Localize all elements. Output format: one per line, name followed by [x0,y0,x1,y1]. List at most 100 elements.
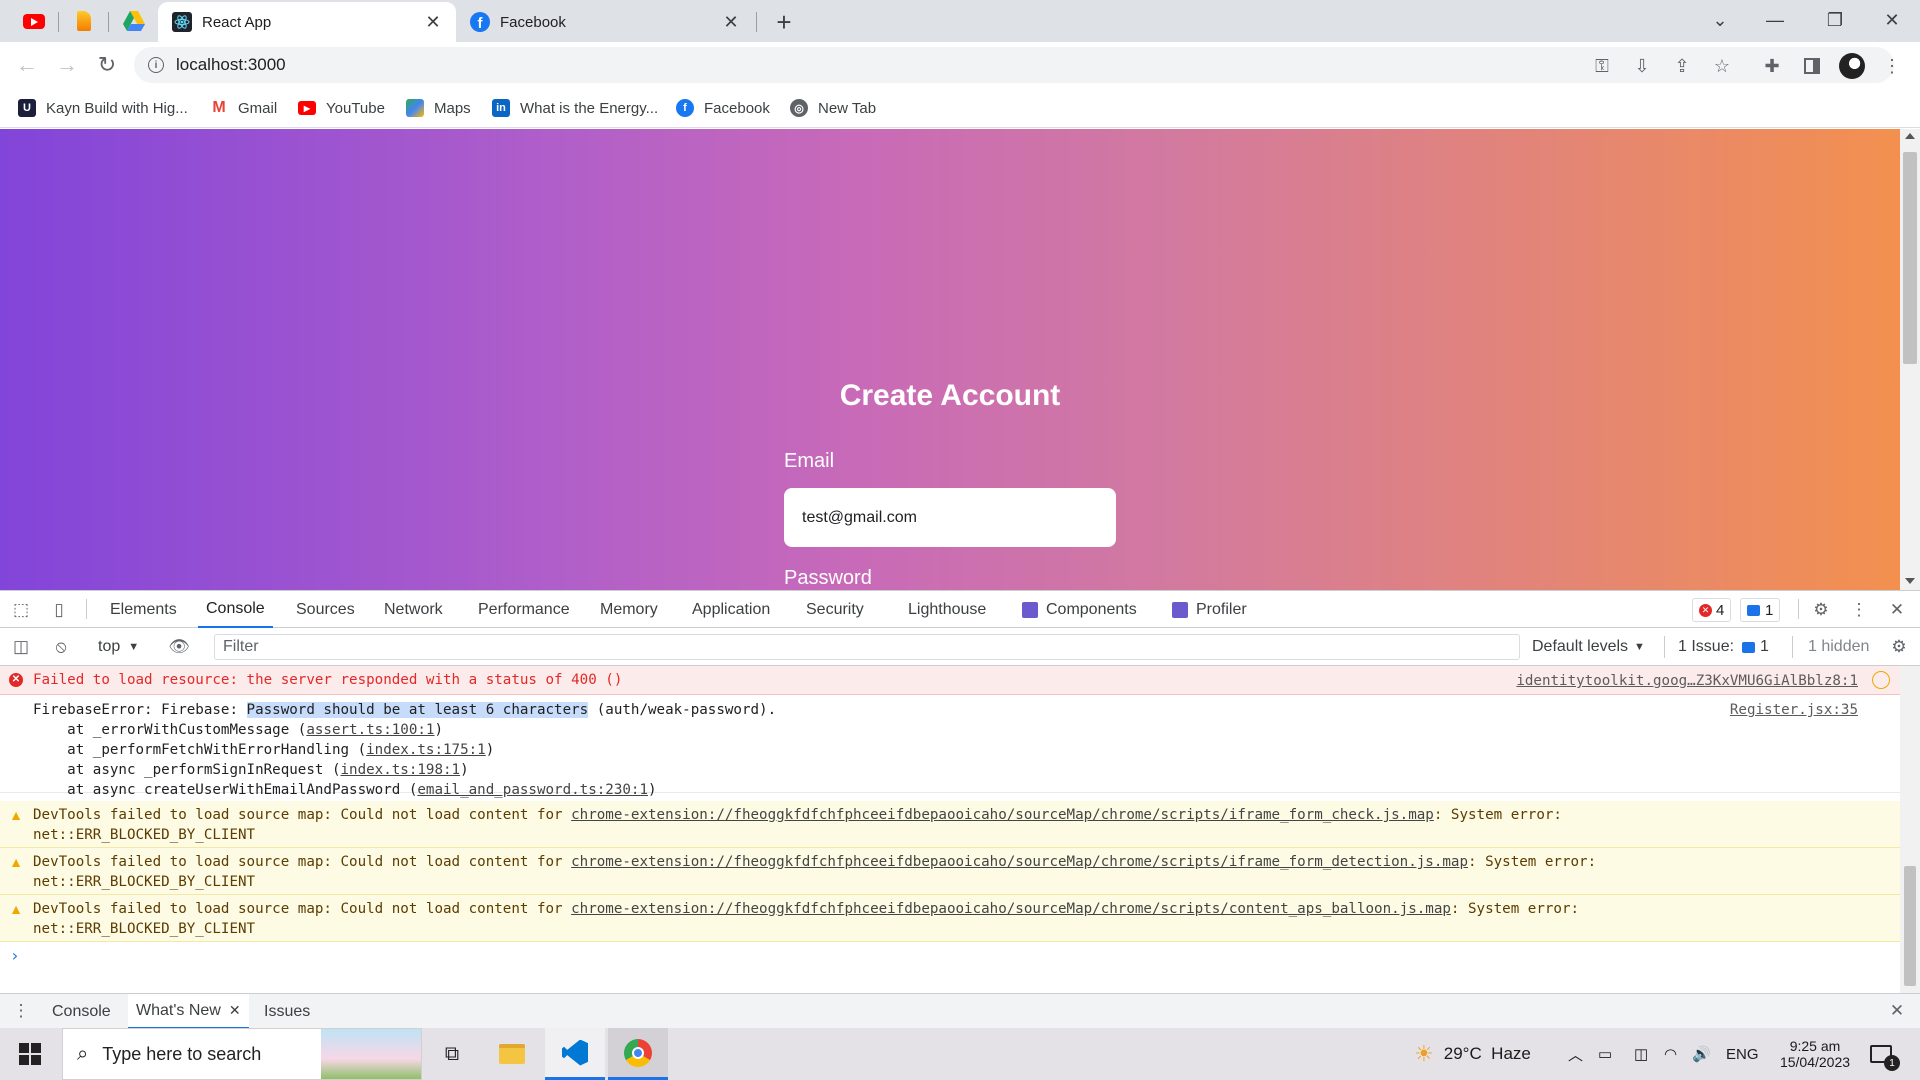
bookmark-linkedin[interactable]: in What is the Energy... [492,94,658,122]
source-map-link[interactable]: chrome-extension://fheoggkfdfchfphceeifd… [571,807,1434,823]
tab-facebook[interactable]: f Facebook ✕ [456,2,754,42]
console-prompt[interactable]: › [0,946,1900,976]
key-icon[interactable]: ⚿ [1588,52,1616,80]
log-levels-dropdown[interactable]: Default levels ▼ [1532,628,1645,666]
console-settings-icon[interactable]: ⚙ [1886,634,1912,660]
pinned-tab-youtube[interactable] [16,6,52,36]
devtools-tab-security[interactable]: Security [806,591,864,628]
source-link[interactable]: Register.jsx:35 [1730,700,1858,720]
drawer-menu-icon[interactable]: ⋮ [8,998,34,1024]
volume-icon[interactable]: 🔊 [1692,1028,1711,1080]
bookmark-youtube[interactable]: ▶ YouTube [298,94,385,122]
share-icon[interactable]: ⇪ [1668,52,1696,80]
tab-react-app[interactable]: React App ✕ [158,2,456,42]
console-scroll-thumb[interactable] [1904,866,1916,986]
bookmark-kayn[interactable]: U Kayn Build with Hig... [18,94,188,122]
chrome-button[interactable] [608,1028,668,1080]
extensions-icon[interactable]: ✚ [1758,52,1786,80]
scroll-thumb[interactable] [1903,152,1917,364]
scroll-up-icon[interactable] [1905,133,1915,139]
devtools-tab-network[interactable]: Network [384,591,443,628]
network-request-icon[interactable] [1872,671,1890,689]
install-app-icon[interactable]: ⇩ [1628,52,1656,80]
weather-widget[interactable]: ☀ 29°C Haze [1414,1028,1531,1080]
close-drawer-icon[interactable]: ✕ [1884,998,1910,1024]
task-view-button[interactable]: ⧉ [422,1028,482,1080]
minimize-button[interactable]: — [1745,0,1805,40]
console-scrollbar[interactable] [1900,666,1920,993]
haze-icon: ☀ [1414,1041,1434,1066]
source-map-link[interactable]: chrome-extension://fheoggkfdfchfphceeifd… [571,901,1451,917]
close-devtools-icon[interactable]: ✕ [1884,597,1910,623]
devtools-tab-components[interactable]: Components [1022,591,1137,628]
back-button[interactable]: ← [12,50,42,80]
close-tab-icon[interactable]: ✕ [424,12,442,33]
email-field[interactable] [784,488,1116,547]
source-map-link[interactable]: chrome-extension://fheoggkfdfchfphceeifd… [571,854,1468,870]
warning-icon: ▲ [9,854,23,870]
bookmark-gmail[interactable]: M Gmail [210,94,277,122]
context-selector[interactable]: top ▼ [98,628,139,666]
source-link[interactable]: identitytoolkit.goog…Z3KxVMU6GiAlBblz8:1 [1516,671,1858,691]
device-toolbar-icon[interactable]: ▯ [46,597,72,623]
tab-search-button[interactable]: ⌄ [1690,0,1750,40]
gear-icon[interactable]: ⚙ [1808,597,1834,623]
devtools-tab-console[interactable]: Console [198,591,273,628]
vscode-button[interactable] [545,1028,605,1080]
stack-link[interactable]: index.ts:198:1 [341,762,461,778]
newtab-icon: ◎ [790,99,808,117]
drawer-tab-console[interactable]: Console [52,994,111,1029]
wifi-icon[interactable]: ◠ [1664,1028,1677,1080]
pinned-tab-drive[interactable] [116,6,152,36]
sidebar-toggle-icon[interactable]: ◫ [8,634,34,660]
profile-avatar[interactable] [1838,52,1866,80]
tab-separator [756,12,757,32]
side-panel-icon[interactable] [1798,52,1826,80]
show-hidden-icons[interactable]: ︿ [1568,1028,1583,1080]
language-indicator[interactable]: ENG [1726,1028,1759,1080]
battery-icon[interactable]: ▭ [1598,1028,1612,1080]
taskbar-search[interactable]: ⌕ Type here to search [62,1028,422,1080]
scroll-down-icon[interactable] [1905,578,1915,584]
start-button[interactable] [0,1028,60,1080]
more-options-icon[interactable]: ⋮ [1846,597,1872,623]
devtools-tab-lighthouse[interactable]: Lighthouse [908,591,986,628]
clock[interactable]: 9:25 am 15/04/2023 [1772,1032,1858,1076]
new-tab-button[interactable]: + [770,7,798,37]
close-icon[interactable]: ✕ [229,1002,241,1019]
reload-button[interactable]: ↻ [92,50,122,80]
devtools-tab-elements[interactable]: Elements [110,591,177,628]
message-count-badge[interactable]: 1 [1740,598,1781,622]
bookmark-new-tab[interactable]: ◎ New Tab [790,94,876,122]
eye-icon[interactable]: 👁 [166,634,192,660]
error-count-badge[interactable]: ✕ 4 [1692,598,1732,622]
clear-console-icon[interactable]: ⦸ [48,634,74,660]
stack-link[interactable]: email_and_password.ts:230:1 [417,782,648,798]
restore-button[interactable]: ❐ [1805,0,1865,40]
devtools-tab-memory[interactable]: Memory [600,591,658,628]
bookmark-star-icon[interactable]: ☆ [1708,52,1736,80]
devtools-tab-sources[interactable]: Sources [296,591,355,628]
file-explorer-button[interactable] [482,1028,542,1080]
close-tab-icon[interactable]: ✕ [722,12,740,33]
drawer-tab-whats-new[interactable]: What's New ✕ [128,994,249,1029]
notifications-button[interactable]: 1 [1870,1028,1900,1080]
info-icon[interactable]: i [148,57,164,73]
issues-button[interactable]: 1 Issue: 1 [1678,628,1769,666]
forward-button[interactable]: → [52,50,82,80]
devtools-tab-performance[interactable]: Performance [478,591,570,628]
stack-link[interactable]: index.ts:175:1 [366,742,486,758]
more-menu-icon[interactable]: ⋮ [1878,52,1906,80]
close-window-button[interactable]: ✕ [1862,0,1920,40]
clock-date: 15/04/2023 [1779,1054,1851,1070]
devtools-tab-application[interactable]: Application [692,591,770,628]
drawer-tab-issues[interactable]: Issues [264,994,310,1029]
inspect-element-icon[interactable]: ⬚ [8,597,34,623]
filter-input[interactable]: Filter [214,634,1520,660]
stack-link[interactable]: assert.ts:100:1 [306,722,434,738]
bookmark-maps[interactable]: Maps [406,94,471,122]
pinned-tab-firebase[interactable] [66,6,102,36]
meet-now-icon[interactable]: ◫ [1634,1028,1648,1080]
bookmark-facebook[interactable]: f Facebook [676,94,770,122]
devtools-tab-profiler[interactable]: Profiler [1172,591,1247,628]
